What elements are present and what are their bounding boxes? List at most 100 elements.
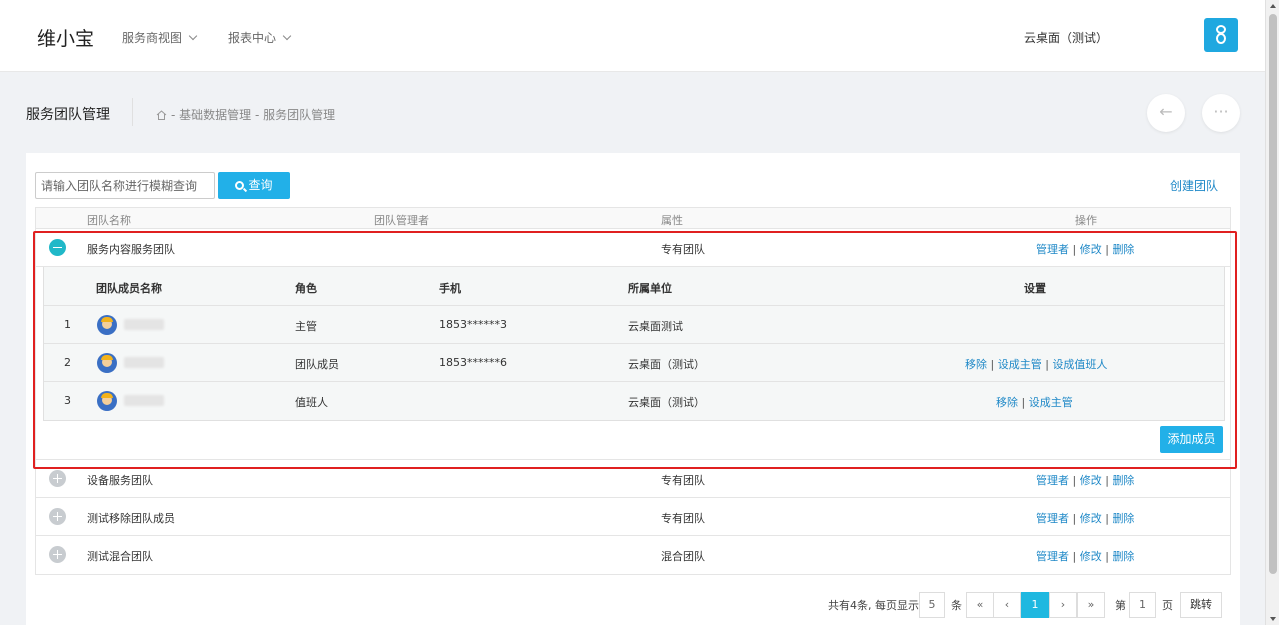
page-1-button[interactable]: 1 xyxy=(1021,592,1049,618)
set-on-duty-link[interactable]: 设成值班人 xyxy=(1052,358,1107,371)
op-separator: | xyxy=(1105,474,1109,487)
table-row: 设备服务团队 专有团队 管理者 | 修改 | 删除 xyxy=(36,460,1230,498)
member-index: 2 xyxy=(64,356,71,369)
col-member-name: 团队成员名称 xyxy=(96,282,162,295)
page-size-unit: 条 xyxy=(951,599,962,612)
page-scrollbar[interactable] xyxy=(1265,0,1279,625)
manager-link[interactable]: 管理者 xyxy=(1036,243,1069,256)
table-row: 测试移除团队成员 专有团队 管理者 | 修改 | 删除 xyxy=(36,498,1230,536)
op-separator: | xyxy=(1072,512,1077,525)
back-button[interactable]: ← xyxy=(1147,94,1185,132)
col-unit: 所属单位 xyxy=(628,282,672,295)
op-separator: | xyxy=(1072,474,1077,487)
page-title: 服务团队管理 xyxy=(26,107,110,123)
expand-icon[interactable] xyxy=(49,508,66,525)
edit-link[interactable]: 修改 xyxy=(1080,474,1102,487)
nav-report-center[interactable]: 报表中心 xyxy=(228,29,292,46)
edit-link[interactable]: 修改 xyxy=(1080,550,1102,563)
manager-link[interactable]: 管理者 xyxy=(1036,550,1069,563)
op-separator: | xyxy=(1105,512,1109,525)
more-button[interactable]: ··· xyxy=(1202,94,1240,132)
scroll-up-icon[interactable] xyxy=(1270,4,1276,8)
table-row: 服务内容服务团队 专有团队 管理者 | 修改 | 删除 xyxy=(36,229,1230,267)
member-role: 主管 xyxy=(295,320,317,333)
member-row: 1 主管 1853******3 云桌面测试 xyxy=(44,306,1224,344)
member-role: 值班人 xyxy=(295,396,328,409)
nav-provider-view[interactable]: 服务商视图 xyxy=(122,29,198,46)
member-name-redacted xyxy=(124,319,164,330)
team-attribute: 专有团队 xyxy=(661,512,705,525)
members-table: 团队成员名称 角色 手机 所属单位 设置 1 主管 1853******3 云桌… xyxy=(43,267,1225,421)
delete-link[interactable]: 删除 xyxy=(1112,243,1134,256)
col-settings: 设置 xyxy=(1024,282,1046,295)
page-header: 服务团队管理 - 基础数据管理 - 服务团队管理 ← ··· xyxy=(0,72,1265,152)
create-team-link[interactable]: 创建团队 xyxy=(1170,177,1218,194)
set-supervisor-link[interactable]: 设成主管 xyxy=(1029,396,1073,409)
home-icon[interactable] xyxy=(156,110,167,120)
member-index: 3 xyxy=(64,394,71,407)
jump-button[interactable]: 跳转 xyxy=(1180,592,1222,618)
row-operations: 管理者 | 修改 | 删除 xyxy=(1036,472,1134,488)
expand-icon[interactable] xyxy=(49,546,66,563)
goto-suffix: 页 xyxy=(1162,599,1173,612)
header-divider xyxy=(132,98,133,126)
page-size-input[interactable]: 5 xyxy=(919,592,945,618)
col-operations: 操作 xyxy=(1075,214,1097,227)
member-role: 团队成员 xyxy=(295,358,339,371)
first-page-button[interactable]: « xyxy=(966,592,994,618)
last-page-button[interactable]: » xyxy=(1077,592,1105,618)
team-name: 服务内容服务团队 xyxy=(87,243,175,256)
chevron-down-icon xyxy=(188,31,198,41)
set-supervisor-link[interactable]: 设成主管 xyxy=(998,358,1042,371)
nav-provider-view-label: 服务商视图 xyxy=(122,31,183,45)
manager-link[interactable]: 管理者 xyxy=(1036,474,1069,487)
breadcrumb-text: - 基础数据管理 - 服务团队管理 xyxy=(171,108,336,122)
goto-prefix: 第 xyxy=(1115,599,1126,612)
avatar xyxy=(97,315,117,335)
team-search-input[interactable] xyxy=(35,172,215,199)
remove-member-link[interactable]: 移除 xyxy=(965,358,987,371)
team-table: 团队名称 团队管理者 属性 操作 服务内容服务团队 专有团队 管理者 | 修改 … xyxy=(35,207,1231,575)
member-row: 2 团队成员 1853******6 云桌面（测试） 移除 | 设成主管 | 设… xyxy=(44,344,1224,382)
collapse-icon[interactable] xyxy=(49,239,66,256)
avatar xyxy=(97,391,117,411)
tenant-name[interactable]: 云桌面（测试） xyxy=(1024,29,1108,46)
user-menu-button[interactable] xyxy=(1204,18,1238,52)
team-name: 设备服务团队 xyxy=(87,474,153,487)
manager-link[interactable]: 管理者 xyxy=(1036,512,1069,525)
edit-link[interactable]: 修改 xyxy=(1080,512,1102,525)
row-operations: 管理者 | 修改 | 删除 xyxy=(1036,548,1134,564)
table-header: 团队名称 团队管理者 属性 操作 xyxy=(36,208,1230,229)
col-attribute: 属性 xyxy=(661,214,683,227)
search-button[interactable]: 查询 xyxy=(218,172,290,199)
scroll-down-icon[interactable] xyxy=(1270,617,1276,621)
col-role: 角色 xyxy=(295,282,317,295)
edit-link[interactable]: 修改 xyxy=(1080,243,1102,256)
op-separator: | xyxy=(1105,550,1109,563)
delete-link[interactable]: 删除 xyxy=(1112,512,1134,525)
scrollbar-thumb[interactable] xyxy=(1269,14,1277,574)
team-attribute: 专有团队 xyxy=(661,243,705,256)
remove-member-link[interactable]: 移除 xyxy=(996,396,1018,409)
team-attribute: 专有团队 xyxy=(661,474,705,487)
op-separator: | xyxy=(1105,243,1109,256)
add-member-button[interactable]: 添加成员 xyxy=(1160,426,1223,453)
member-name-redacted xyxy=(124,395,164,406)
search-button-label: 查询 xyxy=(248,178,273,192)
expand-icon[interactable] xyxy=(49,470,66,487)
breadcrumb: - 基础数据管理 - 服务团队管理 xyxy=(156,106,335,123)
col-phone: 手机 xyxy=(439,282,461,295)
app-logo[interactable]: 维小宝 xyxy=(37,24,94,51)
next-page-button[interactable]: › xyxy=(1049,592,1077,618)
delete-link[interactable]: 删除 xyxy=(1112,474,1134,487)
team-name: 测试移除团队成员 xyxy=(87,512,175,525)
main-card: 查询 创建团队 团队名称 团队管理者 属性 操作 服务内容服务团队 专有团队 管… xyxy=(26,153,1240,625)
pagination-summary: 共有4条, 每页显示 xyxy=(828,599,919,612)
goto-page-input[interactable]: 1 xyxy=(1129,592,1156,618)
prev-page-button[interactable]: ‹ xyxy=(993,592,1021,618)
member-unit: 云桌面（测试） xyxy=(628,396,705,409)
team-attribute: 混合团队 xyxy=(661,550,705,563)
op-separator: | xyxy=(1072,550,1077,563)
delete-link[interactable]: 删除 xyxy=(1112,550,1134,563)
op-separator: | xyxy=(990,358,995,371)
